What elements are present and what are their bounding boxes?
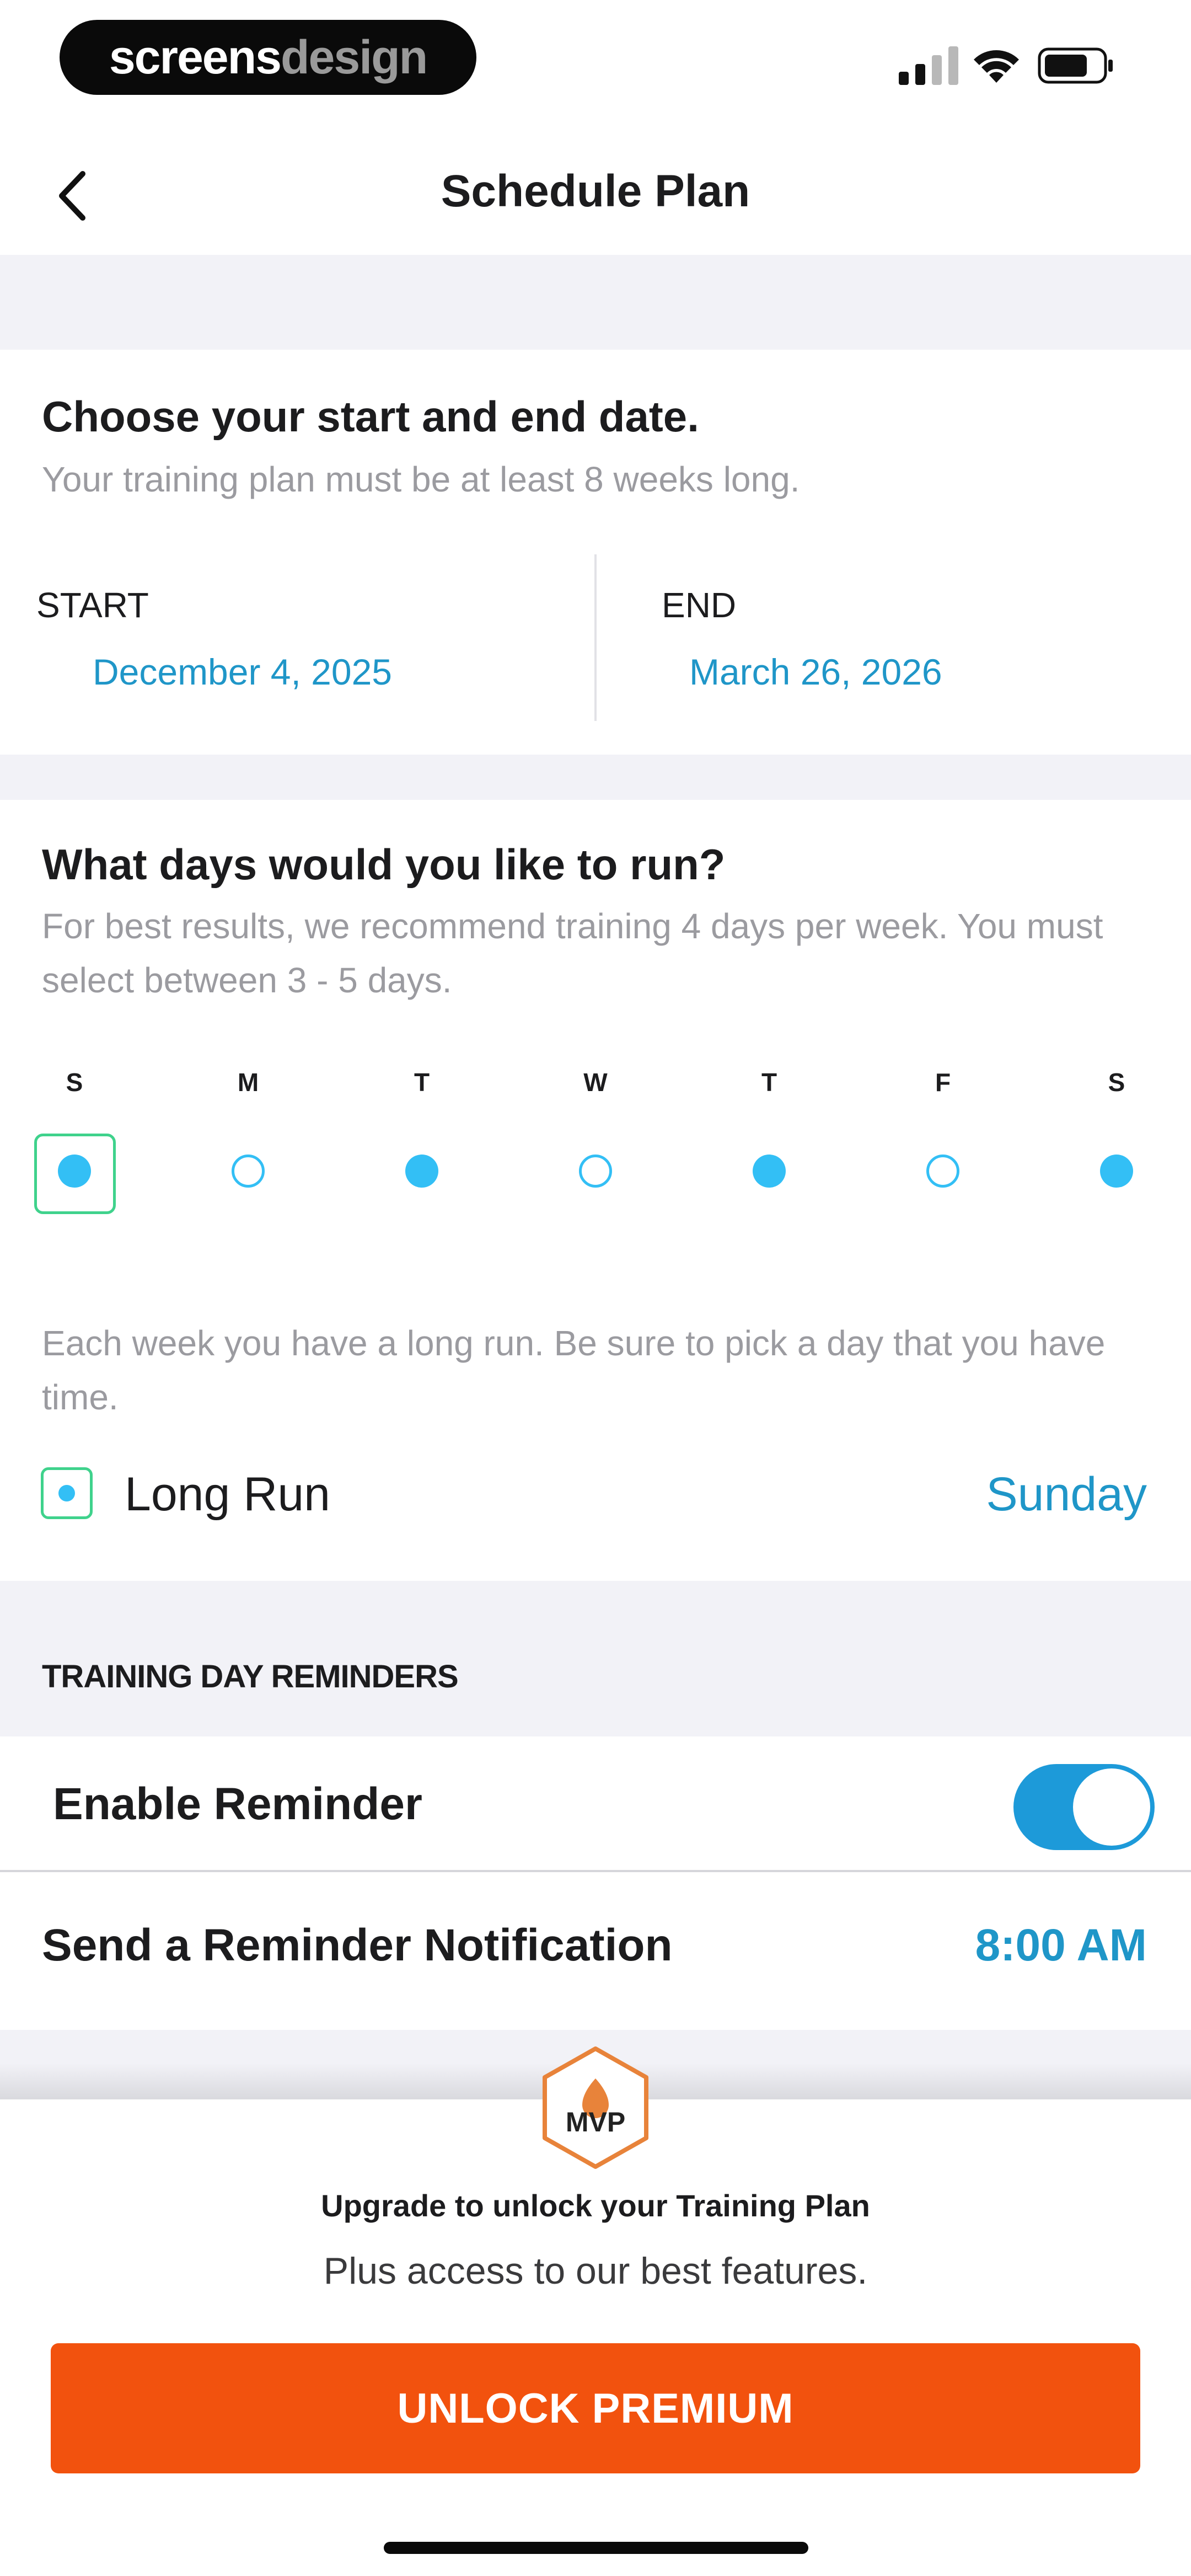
upgrade-title: Upgrade to unlock your Training Plan bbox=[321, 2188, 870, 2223]
day-toggle-thursday[interactable] bbox=[753, 1155, 786, 1188]
long-run-label: Long Run bbox=[125, 1468, 330, 1521]
enable-reminder-label: Enable Reminder bbox=[53, 1779, 422, 1829]
end-date-picker[interactable]: March 26, 2026 bbox=[689, 651, 942, 693]
brand-watermark: screensdesign bbox=[60, 20, 476, 95]
wifi-icon bbox=[974, 50, 1019, 83]
day-toggle-sunday[interactable] bbox=[58, 1155, 91, 1188]
page-title: Schedule Plan bbox=[441, 166, 750, 216]
dates-heading: Choose your start and end date. bbox=[42, 392, 699, 441]
toggle-knob bbox=[1073, 1768, 1150, 1846]
start-label: START bbox=[36, 585, 149, 625]
brand-text-part1: screens bbox=[109, 30, 282, 84]
upgrade-subtitle: Plus access to our best features. bbox=[323, 2250, 868, 2292]
long-run-day-picker[interactable]: Sunday bbox=[986, 1467, 1147, 1522]
upgrade-sheet bbox=[0, 2099, 1191, 2576]
start-date-picker[interactable]: December 4, 2025 bbox=[93, 651, 392, 693]
cellular-signal-icon bbox=[899, 46, 958, 85]
day-toggle-saturday[interactable] bbox=[1100, 1155, 1133, 1188]
brand-text-part2: design bbox=[281, 30, 428, 84]
day-letter-monday: M bbox=[237, 1068, 259, 1097]
unlock-premium-label: UNLOCK PREMIUM bbox=[397, 2385, 794, 2432]
battery-icon bbox=[1038, 47, 1113, 84]
notification-label: Send a Reminder Notification bbox=[42, 1920, 673, 1970]
day-toggle-monday[interactable] bbox=[232, 1155, 265, 1188]
day-letter-friday: F bbox=[935, 1068, 951, 1097]
day-toggle-wednesday[interactable] bbox=[579, 1155, 612, 1188]
days-heading: What days would you like to run? bbox=[42, 840, 726, 889]
home-indicator[interactable] bbox=[384, 2542, 808, 2554]
day-letter-saturday: S bbox=[1108, 1068, 1125, 1097]
notification-time-picker[interactable]: 8:00 AM bbox=[975, 1920, 1147, 1971]
long-run-check-dot bbox=[58, 1485, 75, 1501]
mvp-badge-icon: MVP bbox=[543, 2046, 648, 2169]
day-toggle-tuesday[interactable] bbox=[405, 1155, 438, 1188]
day-letter-tuesday: T bbox=[414, 1068, 430, 1097]
reminders-section-title: TRAINING DAY REMINDERS bbox=[42, 1659, 459, 1695]
day-toggle-friday[interactable] bbox=[926, 1155, 959, 1188]
enable-reminder-toggle[interactable] bbox=[1013, 1764, 1155, 1850]
dates-subtitle: Your training plan must be at least 8 we… bbox=[42, 459, 800, 499]
mvp-badge-text: MVP bbox=[566, 2107, 625, 2137]
days-subtitle: For best results, we recommend training … bbox=[42, 906, 1103, 1000]
day-letter-sunday: S bbox=[66, 1068, 83, 1097]
long-run-checkbox[interactable] bbox=[41, 1467, 93, 1519]
end-label: END bbox=[662, 585, 737, 625]
unlock-premium-button[interactable]: UNLOCK PREMIUM bbox=[51, 2343, 1140, 2473]
day-letter-thursday: T bbox=[761, 1068, 777, 1097]
day-letter-wednesday: W bbox=[583, 1068, 608, 1097]
date-divider bbox=[594, 554, 597, 721]
long-run-note: Each week you have a long run. Be sure t… bbox=[42, 1323, 1106, 1417]
